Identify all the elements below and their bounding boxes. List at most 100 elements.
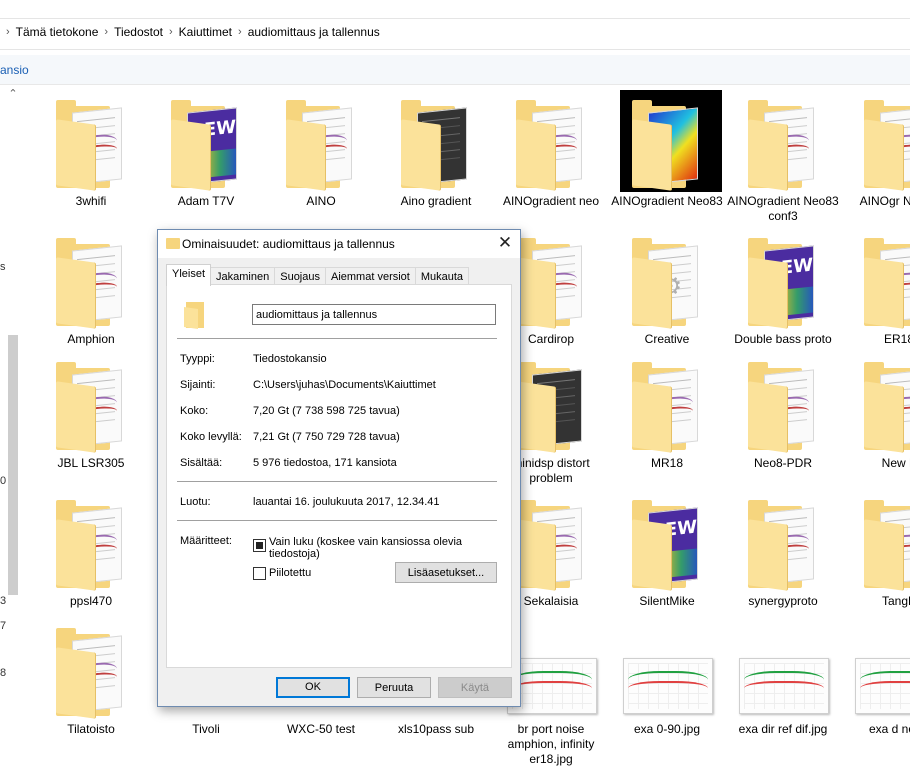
folder-icon: REW — [171, 100, 241, 191]
folder-item[interactable]: New F — [843, 362, 910, 471]
folder-icon — [516, 100, 586, 191]
folder-item[interactable]: Aino gradient — [380, 100, 492, 209]
folder-item[interactable]: TangB — [843, 500, 910, 609]
item-label: ER18 — [883, 332, 910, 346]
divider — [177, 338, 497, 339]
folder-item[interactable]: AINOgradient Neo83 conf3 — [727, 100, 839, 224]
image-thumbnail-icon — [623, 628, 713, 716]
nav-pane-scrollbar[interactable]: ⌃ — [6, 85, 20, 771]
folder-icon — [748, 362, 818, 453]
breadcrumb-item-speakers[interactable]: Kaiuttimet — [179, 25, 232, 39]
folder-item[interactable]: Amphion — [35, 238, 147, 347]
item-label: synergyproto — [748, 594, 818, 608]
folder-icon — [620, 90, 722, 192]
advanced-button[interactable]: Lisäasetukset... — [395, 562, 497, 583]
dialog-title: Ominaisuudet: audiomittaus ja tallennus — [182, 237, 395, 251]
property-value: lauantai 16. joulukuuta 2017, 12.34.41 — [253, 496, 440, 508]
breadcrumb-separator-icon[interactable]: › — [169, 26, 173, 38]
folder-icon — [166, 238, 180, 249]
folder-icon: REW — [748, 238, 818, 329]
properties-dialog: Ominaisuudet: audiomittaus ja tallennus … — [157, 229, 521, 707]
hidden-checkbox[interactable] — [253, 567, 266, 580]
nav-pane-text[interactable]: s — [0, 261, 6, 273]
cancel-button[interactable]: Peruuta — [357, 677, 431, 698]
image-file-item[interactable]: exa 0-90.jpg — [611, 628, 723, 737]
dialog-titlebar[interactable]: Ominaisuudet: audiomittaus ja tallennus … — [158, 230, 520, 258]
divider — [177, 520, 497, 521]
folder-item[interactable]: AINOgradient neo — [495, 100, 607, 209]
folder-item[interactable]: MR18 — [611, 362, 723, 471]
folder-item[interactable]: synergyproto — [727, 500, 839, 609]
scroll-thumb[interactable] — [8, 335, 18, 595]
folder-icon — [184, 300, 206, 329]
folder-item[interactable]: REW Adam T7V — [150, 100, 262, 209]
folder-item[interactable]: ⚙ Creative — [611, 238, 723, 347]
folder-item[interactable]: REW Double bass proto — [727, 238, 839, 347]
image-file-item[interactable]: exa d norm — [843, 628, 910, 737]
scroll-up-arrow-icon[interactable]: ⌃ — [6, 87, 20, 101]
folder-item[interactable]: AINOgr Neo83 — [843, 100, 910, 209]
folder-icon — [516, 500, 586, 591]
readonly-checkbox[interactable] — [253, 539, 266, 552]
folder-icon — [56, 238, 126, 329]
folder-icon — [864, 500, 910, 591]
item-label: AINOgradient Neo83 conf3 — [727, 194, 839, 223]
address-bar-area: › Tämä tietokone › Tiedostot › Kaiuttime… — [0, 0, 910, 52]
property-value: 7,20 Gt (7 738 598 725 tavua) — [253, 405, 400, 417]
property-label: Sisältää: — [180, 457, 223, 469]
folder-item[interactable]: 3whifi — [35, 100, 147, 209]
folder-item[interactable]: Neo8-PDR — [727, 362, 839, 471]
folder-icon — [864, 238, 910, 329]
property-value: 7,21 Gt (7 750 729 728 tavua) — [253, 431, 400, 443]
folder-icon — [56, 500, 126, 591]
tab-general[interactable]: Yleiset — [166, 264, 212, 286]
general-tab-panel: audiomittaus ja tallennus Tyyppi: Tiedos… — [166, 284, 512, 668]
hidden-label[interactable]: Piilotettu — [269, 567, 311, 579]
item-label: New F — [881, 456, 910, 470]
item-label: MR18 — [650, 456, 683, 470]
folder-icon — [632, 362, 702, 453]
readonly-label[interactable]: Vain luku (koskee vain kansiossa olevia … — [269, 536, 489, 560]
item-label: AINOgr Neo83 — [859, 194, 910, 208]
folder-icon — [864, 100, 910, 191]
folder-item[interactable]: ppsl470 — [35, 500, 147, 609]
image-file-item[interactable]: exa dir ref dif.jpg — [727, 628, 839, 737]
property-value: 5 976 tiedostoa, 171 kansiota — [253, 457, 397, 469]
folder-item[interactable]: REW SilentMike — [611, 500, 723, 609]
item-label: Double bass proto — [734, 332, 832, 346]
property-label: Sijainti: — [180, 379, 216, 391]
breadcrumb-separator-icon[interactable]: › — [104, 26, 108, 38]
folder-item[interactable]: AINOgradient Neo83 — [611, 90, 723, 209]
close-icon[interactable]: ✕ — [490, 230, 520, 258]
folder-item[interactable]: ER18 — [843, 238, 910, 347]
ok-button[interactable]: OK — [276, 677, 350, 698]
folder-item[interactable]: AINO — [265, 100, 377, 209]
item-label: JBL LSR305 — [57, 456, 125, 470]
item-label: exa dir ref dif.jpg — [738, 722, 828, 736]
item-label: xls10pass sub — [397, 722, 475, 736]
item-label: SilentMike — [639, 594, 695, 608]
breadcrumb-item-this-pc[interactable]: Tämä tietokone — [16, 25, 99, 39]
folder-icon — [516, 362, 586, 453]
folder-item[interactable]: JBL LSR305 — [35, 362, 147, 471]
item-label: WXC-50 test — [286, 722, 355, 736]
ribbon-bar: ansio — [0, 55, 910, 85]
item-label: Tivoli — [192, 722, 220, 736]
breadcrumb-item-current[interactable]: audiomittaus ja tallennus — [248, 25, 380, 39]
item-label: Aino gradient — [400, 194, 472, 208]
breadcrumb-separator-icon[interactable]: › — [238, 26, 242, 38]
folder-icon — [56, 628, 126, 719]
ribbon-label[interactable]: ansio — [0, 63, 29, 77]
item-label: AINO — [306, 194, 336, 208]
folder-item[interactable]: Tilatoisto — [35, 628, 147, 737]
folder-icon — [748, 500, 818, 591]
folder-name-input[interactable]: audiomittaus ja tallennus — [252, 304, 496, 325]
property-label: Tyyppi: — [180, 353, 215, 365]
image-thumbnail-icon — [855, 628, 910, 716]
image-thumbnail-icon — [507, 628, 597, 716]
breadcrumb-separator-icon: › — [6, 26, 10, 38]
folder-icon — [286, 100, 356, 191]
breadcrumb-item-documents[interactable]: Tiedostot — [114, 25, 163, 39]
folder-icon — [748, 100, 818, 191]
image-thumbnail-icon — [739, 628, 829, 716]
